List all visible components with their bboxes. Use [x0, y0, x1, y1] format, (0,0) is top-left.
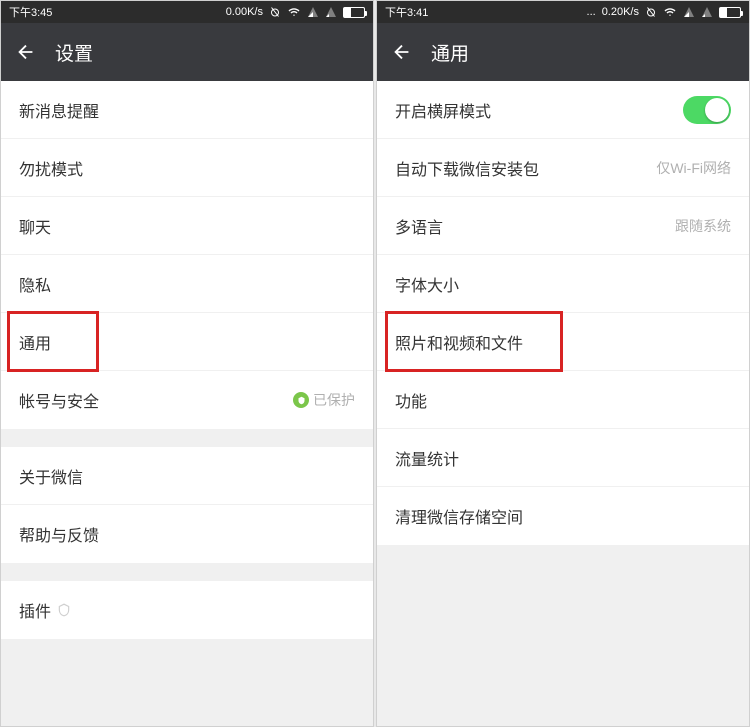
page-title: 设置 — [55, 39, 93, 66]
row-value: 仅Wi-Fi网络 — [656, 158, 731, 178]
row-traffic[interactable]: 流量统计 — [377, 429, 749, 487]
plugins-text: 插件 — [19, 598, 51, 622]
plugin-icon — [57, 603, 71, 617]
row-label: 开启横屏模式 — [395, 98, 491, 122]
back-arrow-icon — [15, 41, 37, 63]
row-media[interactable]: 照片和视频和文件 — [377, 313, 749, 371]
row-label: 隐私 — [19, 272, 51, 296]
row-value: 已保护 — [293, 390, 355, 410]
row-label: 通用 — [19, 330, 51, 354]
battery-icon — [719, 7, 741, 18]
row-label: 帮助与反馈 — [19, 522, 99, 546]
shield-icon — [293, 392, 309, 408]
phone-right: 下午3:41 ... 0.20K/s 通用 开启横屏模式 自动下载微信安装包 仅… — [376, 0, 750, 727]
row-chat[interactable]: 聊天 — [1, 197, 373, 255]
row-general[interactable]: 通用 — [1, 313, 373, 371]
signal-icon-2 — [701, 6, 713, 18]
status-icons: ... 0.20K/s — [587, 6, 741, 18]
row-account[interactable]: 帐号与安全 已保护 — [1, 371, 373, 429]
status-time: 下午3:41 — [385, 4, 428, 20]
battery-icon — [343, 7, 365, 18]
row-dnd[interactable]: 勿扰模式 — [1, 139, 373, 197]
row-plugins[interactable]: 插件 — [1, 581, 373, 639]
settings-list: 新消息提醒 勿扰模式 聊天 隐私 通用 帐号与安全 已保护 关于微信 帮助与反馈 — [1, 81, 373, 639]
status-time: 下午3:45 — [9, 4, 52, 20]
statusbar-left: 下午3:45 0.00K/s — [1, 1, 373, 23]
row-label: 帐号与安全 — [19, 388, 99, 412]
statusbar-right: 下午3:41 ... 0.20K/s — [377, 1, 749, 23]
back-button[interactable] — [391, 41, 413, 63]
row-label: 关于微信 — [19, 464, 83, 488]
row-label: 聊天 — [19, 214, 51, 238]
row-storage[interactable]: 清理微信存储空间 — [377, 487, 749, 545]
signal-icon — [307, 6, 319, 18]
row-label: 清理微信存储空间 — [395, 504, 523, 528]
page-title: 通用 — [431, 39, 469, 66]
row-autodownload[interactable]: 自动下载微信安装包 仅Wi-Fi网络 — [377, 139, 749, 197]
row-features[interactable]: 功能 — [377, 371, 749, 429]
titlebar-right: 通用 — [377, 23, 749, 81]
row-new-message[interactable]: 新消息提醒 — [1, 81, 373, 139]
general-list: 开启横屏模式 自动下载微信安装包 仅Wi-Fi网络 多语言 跟随系统 字体大小 … — [377, 81, 749, 545]
back-button[interactable] — [15, 41, 37, 63]
row-label: 自动下载微信安装包 — [395, 156, 539, 180]
account-status-text: 已保护 — [313, 390, 355, 410]
row-about[interactable]: 关于微信 — [1, 447, 373, 505]
row-label: 勿扰模式 — [19, 156, 83, 180]
signal-icon — [683, 6, 695, 18]
alarm-off-icon — [645, 6, 657, 18]
back-arrow-icon — [391, 41, 413, 63]
row-label: 照片和视频和文件 — [395, 330, 523, 354]
row-fontsize[interactable]: 字体大小 — [377, 255, 749, 313]
row-label: 多语言 — [395, 214, 443, 238]
titlebar-left: 设置 — [1, 23, 373, 81]
row-label: 流量统计 — [395, 446, 459, 470]
alarm-off-icon — [269, 6, 281, 18]
status-speed: 0.20K/s — [602, 6, 639, 18]
wifi-icon — [287, 6, 301, 18]
row-landscape[interactable]: 开启横屏模式 — [377, 81, 749, 139]
row-label: 插件 — [19, 598, 71, 622]
row-label: 字体大小 — [395, 272, 459, 296]
row-value: 跟随系统 — [675, 216, 731, 236]
status-icons: 0.00K/s — [226, 6, 365, 18]
signal-icon-2 — [325, 6, 337, 18]
row-label: 新消息提醒 — [19, 98, 99, 122]
toggle-switch[interactable] — [683, 96, 731, 124]
row-label: 功能 — [395, 388, 427, 412]
row-help[interactable]: 帮助与反馈 — [1, 505, 373, 563]
status-speed: 0.00K/s — [226, 6, 263, 18]
phone-left: 下午3:45 0.00K/s 设置 新消息提醒 勿扰模式 聊天 隐私 通用 帐号… — [0, 0, 374, 727]
row-language[interactable]: 多语言 跟随系统 — [377, 197, 749, 255]
wifi-icon — [663, 6, 677, 18]
status-dots: ... — [587, 6, 596, 18]
row-privacy[interactable]: 隐私 — [1, 255, 373, 313]
